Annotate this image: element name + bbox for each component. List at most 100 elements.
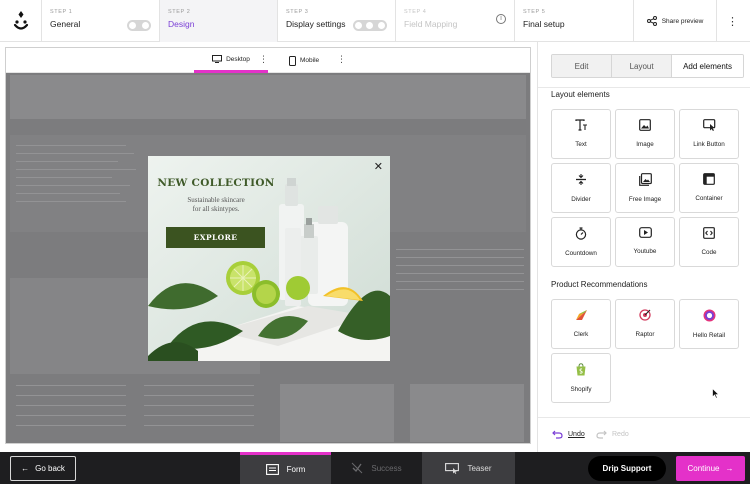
popup-subtitle-line: for all skintypes.	[192, 205, 240, 213]
smiley-logo-icon	[13, 11, 28, 30]
tab-success[interactable]: Success	[331, 452, 422, 484]
placeholder-header	[10, 75, 526, 119]
step-field-mapping[interactable]: STEP 4 Field Mapping i	[396, 0, 515, 42]
go-back-button[interactable]: ← Go back	[10, 456, 76, 481]
desktop-label: Desktop	[226, 55, 250, 63]
element-clerk[interactable]: Clerk	[551, 299, 611, 349]
step-number: STEP 2	[168, 9, 191, 15]
mouse-cursor-icon	[712, 388, 720, 399]
raptor-logo-icon	[639, 309, 651, 321]
form-icon	[265, 464, 279, 475]
container-icon	[703, 173, 715, 185]
popup-subtitle[interactable]: Sustainable skincare for all skintypes.	[148, 196, 284, 214]
image-icon	[639, 119, 651, 131]
element-link-button[interactable]: Link Button	[679, 109, 739, 159]
more-options-button[interactable]: ⋮	[717, 0, 748, 42]
step-number: STEP 3	[286, 9, 309, 15]
element-shopify[interactable]: Shopify	[551, 353, 611, 403]
undo-button[interactable]: Undo	[552, 430, 585, 439]
step-general[interactable]: STEP 1 General	[42, 0, 160, 42]
continue-label: Continue	[687, 464, 720, 473]
element-label: Text	[575, 141, 587, 148]
step-toggle	[353, 20, 387, 31]
share-preview-label: Share preview	[661, 17, 704, 25]
redo-label: Redo	[612, 431, 629, 438]
explore-button[interactable]: EXPLORE	[166, 227, 265, 248]
arrow-right-icon: →	[725, 464, 734, 473]
logo[interactable]	[0, 0, 42, 42]
element-youtube[interactable]: Youtube	[615, 217, 675, 267]
tab-edit[interactable]: Edit	[552, 55, 613, 77]
tab-form-label: Form	[286, 465, 306, 474]
element-label: Image	[636, 141, 654, 148]
popup-title[interactable]: NEW COLLECTION	[148, 177, 284, 189]
bottom-bar: ← Go back Form Success Teaser Drip Suppo…	[0, 452, 750, 484]
success-disabled-icon	[352, 462, 363, 474]
tab-form[interactable]: Form	[240, 452, 331, 484]
step-display-settings[interactable]: STEP 3 Display settings	[278, 0, 396, 42]
placeholder-card	[410, 384, 524, 442]
popup-form[interactable]: NEW COLLECTION Sustainable skincare for …	[148, 156, 390, 361]
drip-support-button[interactable]: Drip Support	[588, 456, 666, 481]
desktop-tab[interactable]: Desktop	[194, 48, 268, 73]
step-design[interactable]: STEP 2 Design	[160, 0, 278, 42]
step-number: STEP 1	[50, 9, 73, 15]
layout-elements-title: Layout elements	[551, 90, 610, 99]
step-toggle	[127, 20, 151, 31]
undo-icon	[552, 430, 563, 439]
tab-add-elements[interactable]: Add elements	[672, 55, 743, 77]
popup-subtitle-line: Sustainable skincare	[187, 196, 245, 204]
element-text[interactable]: Text	[551, 109, 611, 159]
mobile-tab[interactable]: Mobile	[283, 48, 325, 73]
continue-button[interactable]: Continue →	[676, 456, 745, 481]
link-button-icon	[702, 119, 715, 131]
element-label: Clerk	[573, 331, 589, 338]
share-preview-button[interactable]: Share preview	[634, 0, 717, 42]
element-label: Countdown	[565, 250, 597, 257]
desktop-options-kebab-icon[interactable]: ⋮	[259, 54, 268, 65]
step-final-setup[interactable]: STEP 5 Final setup	[515, 0, 634, 42]
teaser-icon	[445, 462, 460, 474]
shopify-bag-icon	[576, 363, 586, 376]
element-label: Code	[701, 249, 717, 256]
step-bar: STEP 1 General STEP 2 Design STEP 3 Disp…	[0, 0, 750, 42]
divider	[538, 417, 750, 418]
code-icon	[703, 227, 715, 239]
monitor-icon	[212, 55, 223, 63]
kebab-icon: ⋮	[727, 15, 738, 28]
element-label: Hello Retail	[692, 332, 726, 339]
hello-retail-logo-icon	[703, 309, 715, 322]
play-video-icon	[638, 227, 652, 238]
panel-tabs: Edit Layout Add elements	[551, 54, 744, 78]
element-divider[interactable]: Divider	[551, 163, 611, 213]
element-container[interactable]: Container	[679, 163, 739, 213]
element-label: Free Image	[628, 196, 662, 203]
go-back-label: Go back	[35, 464, 65, 473]
editor-canvas: Desktop ⋮ Mobile ⋮ NEW COLLECTION Sustai…	[5, 47, 531, 444]
element-free-image[interactable]: Free Image	[615, 163, 675, 213]
phone-icon	[289, 55, 296, 66]
free-image-icon	[638, 173, 652, 186]
step-number: STEP 5	[523, 9, 546, 15]
element-countdown[interactable]: Countdown	[551, 217, 611, 267]
close-icon[interactable]: ✕	[374, 160, 383, 173]
element-raptor[interactable]: Raptor	[615, 299, 675, 349]
tab-layout[interactable]: Layout	[612, 55, 673, 77]
element-label: Youtube	[633, 248, 657, 255]
redo-button[interactable]: Redo	[596, 430, 629, 439]
arrow-left-icon: ←	[21, 464, 30, 473]
redo-icon	[596, 430, 607, 439]
info-icon[interactable]: i	[496, 14, 506, 24]
element-image[interactable]: Image	[615, 109, 675, 159]
element-hello-retail[interactable]: Hello Retail	[679, 299, 739, 349]
share-icon	[646, 16, 657, 26]
divider-icon	[576, 174, 586, 185]
mobile-label: Mobile	[300, 57, 320, 64]
element-code[interactable]: Code	[679, 217, 739, 267]
tab-success-label: Success	[371, 463, 402, 473]
device-switcher: Desktop ⋮ Mobile ⋮	[6, 48, 530, 73]
mobile-options-kebab-icon[interactable]: ⋮	[337, 54, 346, 65]
text-icon	[574, 119, 587, 131]
stopwatch-icon	[575, 227, 587, 240]
tab-teaser[interactable]: Teaser	[422, 452, 515, 484]
